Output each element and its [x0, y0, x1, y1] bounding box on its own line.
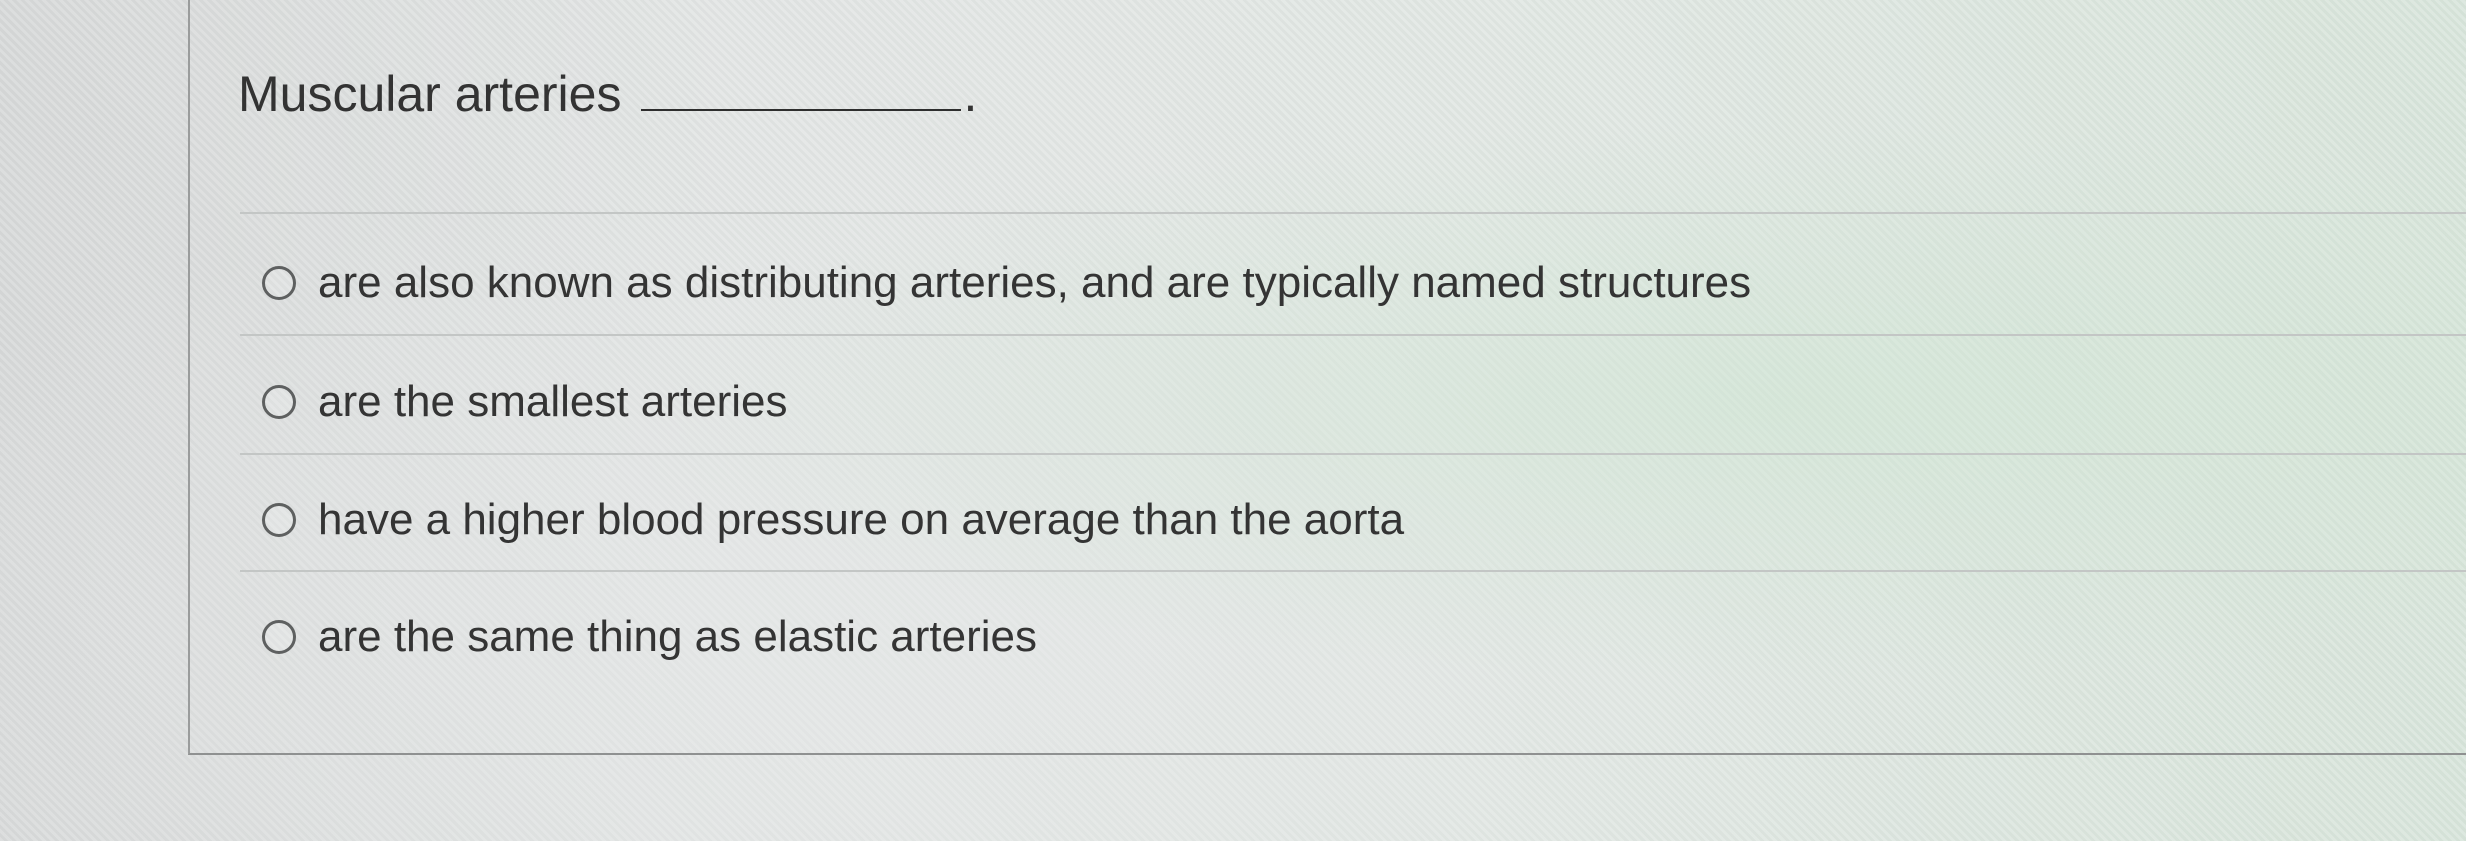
- answer-option[interactable]: are the smallest arteries: [262, 372, 788, 432]
- divider: [240, 453, 2466, 455]
- answer-blank: [641, 69, 962, 111]
- question-text: Muscular arteries: [238, 66, 622, 122]
- radio-button[interactable]: [262, 385, 296, 419]
- question-prompt: Muscular arteries.: [238, 62, 977, 126]
- answer-option[interactable]: are also known as distributing arteries,…: [262, 253, 1751, 313]
- option-label: are also known as distributing arteries,…: [318, 258, 1752, 307]
- divider: [240, 570, 2466, 572]
- divider: [240, 334, 2466, 336]
- divider: [240, 212, 2466, 214]
- radio-button[interactable]: [262, 620, 296, 654]
- answer-option[interactable]: have a higher blood pressure on average …: [262, 490, 1404, 550]
- radio-button[interactable]: [262, 503, 296, 537]
- option-label: are the smallest arteries: [318, 377, 788, 426]
- radio-button[interactable]: [262, 266, 296, 300]
- option-label: have a higher blood pressure on average …: [318, 495, 1405, 544]
- answer-option[interactable]: are the same thing as elastic arteries: [262, 607, 1037, 667]
- question-period: .: [963, 66, 978, 122]
- option-label: are the same thing as elastic arteries: [318, 612, 1038, 661]
- question-panel: Muscular arteries. are also known as dis…: [188, 0, 2466, 755]
